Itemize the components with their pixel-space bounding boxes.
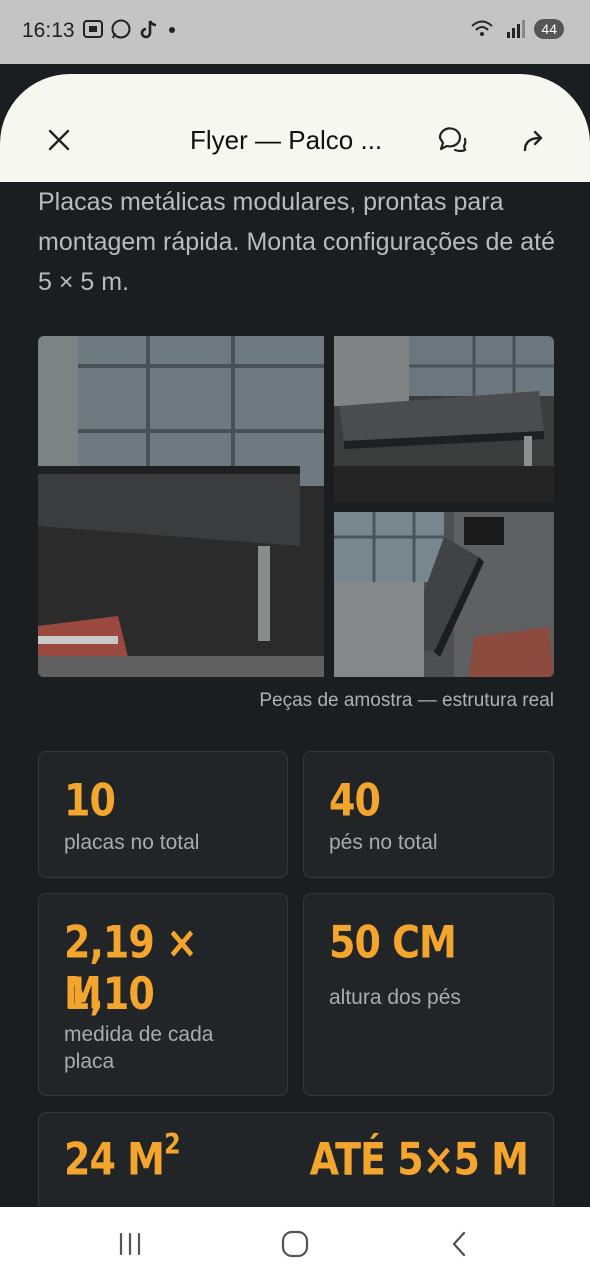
page-title: Flyer — Palco ... (190, 125, 383, 155)
photo-top-right[interactable] (334, 336, 554, 502)
dot-icon (169, 27, 175, 33)
stat-card-leg-height: 50 CM altura dos pés (303, 893, 554, 1096)
stat-card-plates: 10 placas no total (38, 751, 288, 878)
photo-bottom-right[interactable] (334, 512, 554, 677)
notification-icons (82, 18, 178, 40)
close-button[interactable] (35, 116, 83, 164)
recents-button[interactable] (106, 1227, 154, 1261)
stat-card-plate-size: 2,19 × 1,10 M medida de cada placa (38, 893, 288, 1096)
stat-value: 40 (329, 774, 381, 826)
comments-icon (438, 127, 467, 153)
photo-gallery (38, 336, 554, 677)
share-button[interactable] (510, 116, 558, 164)
superscript: 2 (163, 1128, 181, 1162)
intro-text: Placas metálicas modulares, prontas para… (38, 188, 555, 296)
recents-icon (119, 1232, 141, 1256)
comments-button[interactable] (428, 116, 476, 164)
gallery-caption: Peças de amostra — estrutura real (259, 690, 554, 711)
home-icon (281, 1230, 309, 1258)
stat-label: medida de cada (64, 1023, 214, 1046)
stat-label: placas no total (64, 831, 200, 854)
stat-card-legs: 40 pés no total (303, 751, 554, 878)
stat-value: 50 CM (329, 916, 457, 968)
stat-label: pés no total (329, 831, 438, 854)
summary-config-value: ATÉ 5×5 M (309, 1133, 529, 1185)
photo-main[interactable] (38, 336, 324, 677)
status-bar: 16:13 44 (0, 0, 590, 64)
summary-card: 24 M2 ATÉ 5×5 M (38, 1112, 554, 1207)
system-icons: 44 (470, 18, 564, 40)
stat-label-line2: placa (64, 1050, 115, 1073)
system-nav-bar (0, 1207, 590, 1280)
wifi-icon (471, 20, 494, 36)
screenshot-icon (83, 20, 103, 38)
whatsapp-icon (111, 19, 131, 39)
back-button[interactable] (436, 1225, 484, 1263)
share-icon (523, 130, 543, 152)
back-icon (452, 1231, 466, 1257)
stat-value: 10 (64, 774, 116, 826)
home-button[interactable] (271, 1225, 319, 1263)
content-area[interactable]: Placas metálicas modulares, prontas para… (0, 182, 590, 1207)
stat-label: altura dos pés (329, 986, 461, 1009)
battery-indicator: 44 (534, 19, 564, 39)
summary-area-value: 24 M2 (64, 1128, 181, 1185)
tiktok-icon (140, 20, 157, 39)
status-time: 16:13 (22, 19, 75, 42)
signal-icon (507, 20, 526, 38)
close-icon (48, 129, 70, 151)
stat-value-unit: M (64, 967, 102, 1019)
